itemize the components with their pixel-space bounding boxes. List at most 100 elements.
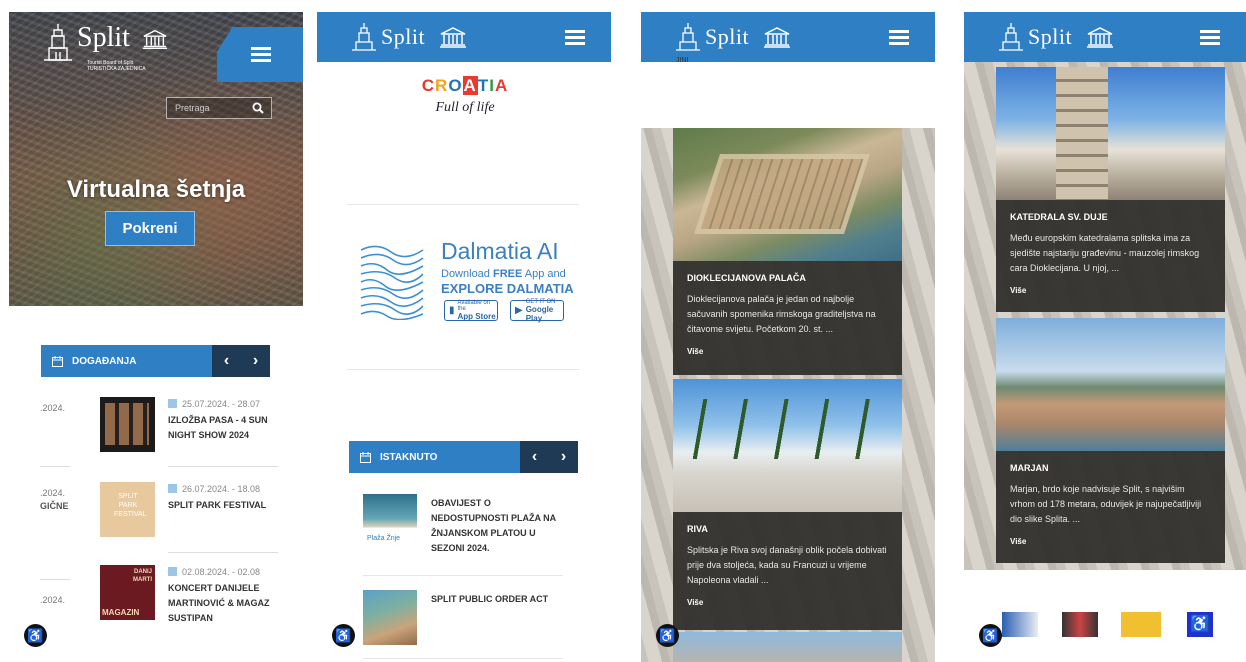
sponsor-logo[interactable] [1062,612,1098,637]
dalmatia-ai-title: Dalmatia AI [441,238,559,264]
croatia-wordmark: CROATIA [421,76,509,95]
wheelchair-accessible-icon[interactable]: ♿ [1187,612,1213,637]
brand-wordmark: Split [77,22,130,53]
featured-thumbnail[interactable]: Plaža Žnje [363,494,417,549]
sight-photo[interactable] [996,318,1225,451]
calendar-icon [168,484,177,493]
unesco-icon [1087,27,1114,48]
sight-card[interactable]: RIVA Splitska je Riva svoj današnji obli… [673,379,902,630]
event-date: 25.07.2024. - 28.07 [168,399,260,409]
sight-description: Marjan, brdo koje nadvisuje Split, s naj… [1010,484,1202,524]
header-bar: Split [317,12,611,62]
event-title[interactable]: KONCERT DANIJELE MARTINOVIĆ & MAGAZ SUSTIP… [168,581,280,626]
divider [363,575,563,576]
event-title[interactable]: SPLIT PARK FESTIVAL [168,498,280,513]
more-link[interactable]: Više [1010,537,1211,546]
bell-tower-icon [352,23,376,51]
split-logo[interactable]: Split Tourist Board of Split TURISTIČKA Z… [43,22,168,72]
sight-photo[interactable] [996,67,1225,200]
google-play-badge[interactable]: ▶ GET IT ON Google Play [510,299,564,323]
sponsor-logo[interactable] [1002,612,1038,637]
apple-icon: ▮ [449,305,455,316]
header-bar: Split [964,12,1246,62]
calendar-icon [168,567,177,576]
hamburger-icon[interactable] [1200,30,1220,45]
sight-title[interactable]: DIOKLECIJANOVA PALAČA [687,273,888,283]
scrolled-text-fragment: JINI [676,57,689,64]
search-icon[interactable] [252,102,264,114]
divider [363,658,563,659]
sight-card[interactable] [673,632,902,662]
search-box[interactable] [166,97,272,119]
croatia-full-of-life-logo[interactable]: CROATIA Full of life [417,76,513,151]
events-pager: ‹ › [212,345,270,377]
list-item[interactable]: .2024. GIČNE SPLIT PARK FESTIVAL 26.07.202… [9,482,303,542]
sight-card[interactable]: KATEDRALA SV. DUJE Među europskim katedr… [996,67,1225,312]
sight-description: Dioklecijanova palača je jedan od najbol… [687,294,876,334]
events-header: DOGAĐANJA ‹ › [41,345,270,377]
more-link[interactable]: Više [687,598,888,607]
featured-header: ISTAKNUTO ‹ › [349,441,578,473]
sight-photo[interactable] [673,632,902,662]
sight-title[interactable]: RIVA [687,524,888,534]
more-link[interactable]: Više [1010,286,1211,295]
hamburger-icon[interactable] [889,30,909,45]
croatia-tagline: Full of life [435,100,495,115]
event-title[interactable]: IZLOŽBA PASA - 4 SUN NIGHT SHOW 2024 [168,413,280,443]
dalmatia-ai-tagline: Download FREE App and [441,268,566,280]
next-arrow-icon[interactable]: › [253,352,258,370]
app-store-badge[interactable]: ▮ Available on the App Store [444,300,498,321]
fingerprint-pattern-icon [357,240,427,320]
search-input[interactable] [175,103,255,113]
more-link[interactable]: Više [687,347,888,356]
mobile-home-panel: Split Tourist Board of Split TURISTIČKA Z… [9,12,303,662]
divider [168,466,278,467]
mobile-sidebar-panel: Split CROATIA Full of life Dalmatia AI D… [317,12,611,662]
dalmatia-ai-cta: EXPLORE DALMATIA [441,281,574,296]
accessibility-icon[interactable]: ♿ [979,624,1002,647]
split-logo[interactable]: Split [351,22,467,52]
featured-header-label: ISTAKNUTO [380,451,438,463]
sight-card-body: DIOKLECIJANOVA PALAČA Dioklecijanova pal… [673,261,902,375]
unesco-icon [142,29,167,49]
hamburger-icon[interactable] [565,30,585,45]
brand-wordmark: Split [381,24,426,49]
list-item[interactable]: .2024. 25.07.2024. - 28.07 IZLOŽBA PASA … [9,397,303,457]
accessibility-icon[interactable]: ♿ [24,624,47,647]
sight-photo[interactable] [673,379,902,512]
prev-arrow-icon[interactable]: ‹ [224,352,229,370]
split-logo[interactable]: Split [998,22,1114,52]
calendar-icon [52,355,63,367]
list-item[interactable]: .2024. DANIJ MARTI MAGAZIN 02.08.2024. - … [9,565,303,625]
divider [347,369,579,370]
sight-card[interactable]: MARJAN Marjan, brdo koje nadvisuje Split… [996,318,1225,563]
featured-title[interactable]: OBAVIJEST O NEDOSTUPNOSTI PLAŽA NA ŽNJANSK… [431,496,571,556]
start-virtual-walk-button[interactable]: Pokreni [105,211,195,246]
event-thumbnail[interactable]: DANIJ MARTI MAGAZIN [100,565,155,620]
events-header-label: DOGAĐANJA [72,355,137,367]
sight-card-body: KATEDRALA SV. DUJE Među europskim katedr… [996,200,1225,312]
accessibility-icon[interactable]: ♿ [332,624,355,647]
menu-button[interactable] [217,27,303,82]
next-arrow-icon[interactable]: › [561,448,566,466]
sight-card-body: RIVA Splitska je Riva svoj današnji obli… [673,512,902,630]
hamburger-icon [251,47,271,62]
sight-title[interactable]: MARJAN [1010,463,1211,473]
calendar-icon [168,399,177,408]
divider [347,204,579,205]
sight-title[interactable]: KATEDRALA SV. DUJE [1010,212,1211,222]
accessibility-icon[interactable]: ♿ [656,624,679,647]
event-year-fragment: .2024. [40,403,66,413]
sight-card[interactable]: DIOKLECIJANOVA PALAČA Dioklecijanova pal… [673,128,902,375]
event-year-fragment: .2024. [40,488,66,498]
thumbnail-caption: Plaža Žnje [367,535,401,542]
sponsor-logo[interactable] [1121,612,1161,637]
event-thumbnail[interactable] [100,397,155,452]
featured-title[interactable]: SPLIT PUBLIC ORDER ACT [431,592,571,607]
sight-photo[interactable] [673,128,902,261]
prev-arrow-icon[interactable]: ‹ [532,448,537,466]
event-thumbnail[interactable]: SPLIT PARK FESTIVAL [100,482,155,537]
brand-wordmark: Split [1028,24,1073,49]
featured-thumbnail[interactable] [363,590,417,645]
brand-subtitle: Tourist Board of Split TURISTIČKA ZAJEDNI… [87,60,146,72]
